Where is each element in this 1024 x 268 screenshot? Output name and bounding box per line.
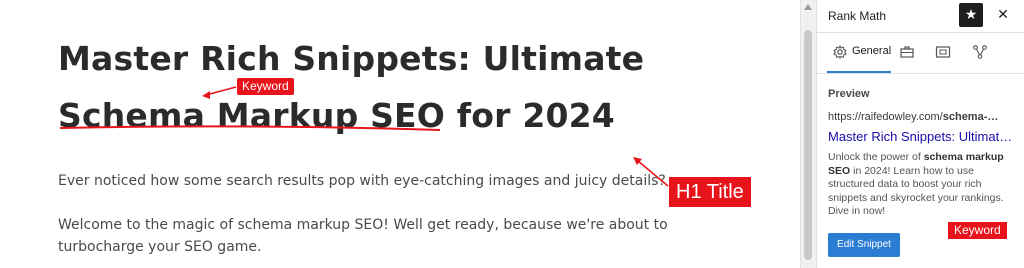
media-icon[interactable]	[935, 44, 951, 60]
sidebar-tabs: General	[817, 33, 1024, 74]
snippet-desc-part-2: in 2024! Learn how to use structured dat…	[828, 164, 1004, 218]
star-icon[interactable]: ★	[959, 3, 983, 27]
paragraph-block[interactable]: Welcome to the magic of schema markup SE…	[58, 214, 718, 258]
preview-heading: Preview	[828, 88, 870, 100]
scrollbar-thumb[interactable]	[804, 30, 812, 260]
snippet-desc-part-1: Unlock the power of	[828, 151, 924, 163]
post-editor-canvas[interactable]: Master Rich Snippets: Ultimate Schema Ma…	[0, 0, 800, 268]
sidebar-header: Rank Math ★ ✕	[817, 0, 1024, 33]
post-title-line-2: Schema Markup SEO for 2024	[58, 96, 615, 135]
scroll-up-arrow-icon[interactable]	[804, 4, 812, 10]
paragraph-block[interactable]: Ever noticed how some search results pop…	[58, 170, 678, 192]
edit-snippet-button[interactable]: Edit Snippet	[828, 233, 900, 257]
schema-icon[interactable]	[972, 44, 988, 60]
keyword-annotation-label-sidebar: Keyword	[948, 222, 1007, 239]
editor-scrollbar[interactable]	[800, 0, 816, 268]
snippet-desc-keyword-2: SEO	[828, 164, 851, 177]
tab-general-label: General	[852, 45, 892, 57]
snippet-url-slug: schema-…	[942, 111, 999, 123]
keyword-annotation-label: Keyword	[237, 78, 294, 95]
snippet-desc-keyword-1: schema markup	[923, 151, 1004, 163]
sidebar-title: Rank Math	[828, 9, 887, 23]
close-icon[interactable]: ✕	[991, 3, 1015, 27]
toolbox-icon[interactable]	[899, 44, 915, 60]
post-title-line-1: Master Rich Snippets: Ultimate	[58, 39, 645, 78]
post-title-h1[interactable]: Master Rich Snippets: Ultimate Schema Ma…	[58, 30, 698, 144]
snippet-description: Unlock the power of schema markup SEO in…	[828, 151, 1018, 219]
tab-general[interactable]: General	[827, 33, 891, 73]
h1-title-annotation-label: H1 Title	[669, 177, 751, 207]
snippet-url: https://raifedowley.com/schema-…	[828, 111, 1014, 123]
snippet-title[interactable]: Master Rich Snippets: Ultimat…	[828, 129, 1014, 144]
gear-icon	[833, 45, 847, 59]
snippet-url-prefix: https://raifedowley.com/	[828, 111, 943, 123]
